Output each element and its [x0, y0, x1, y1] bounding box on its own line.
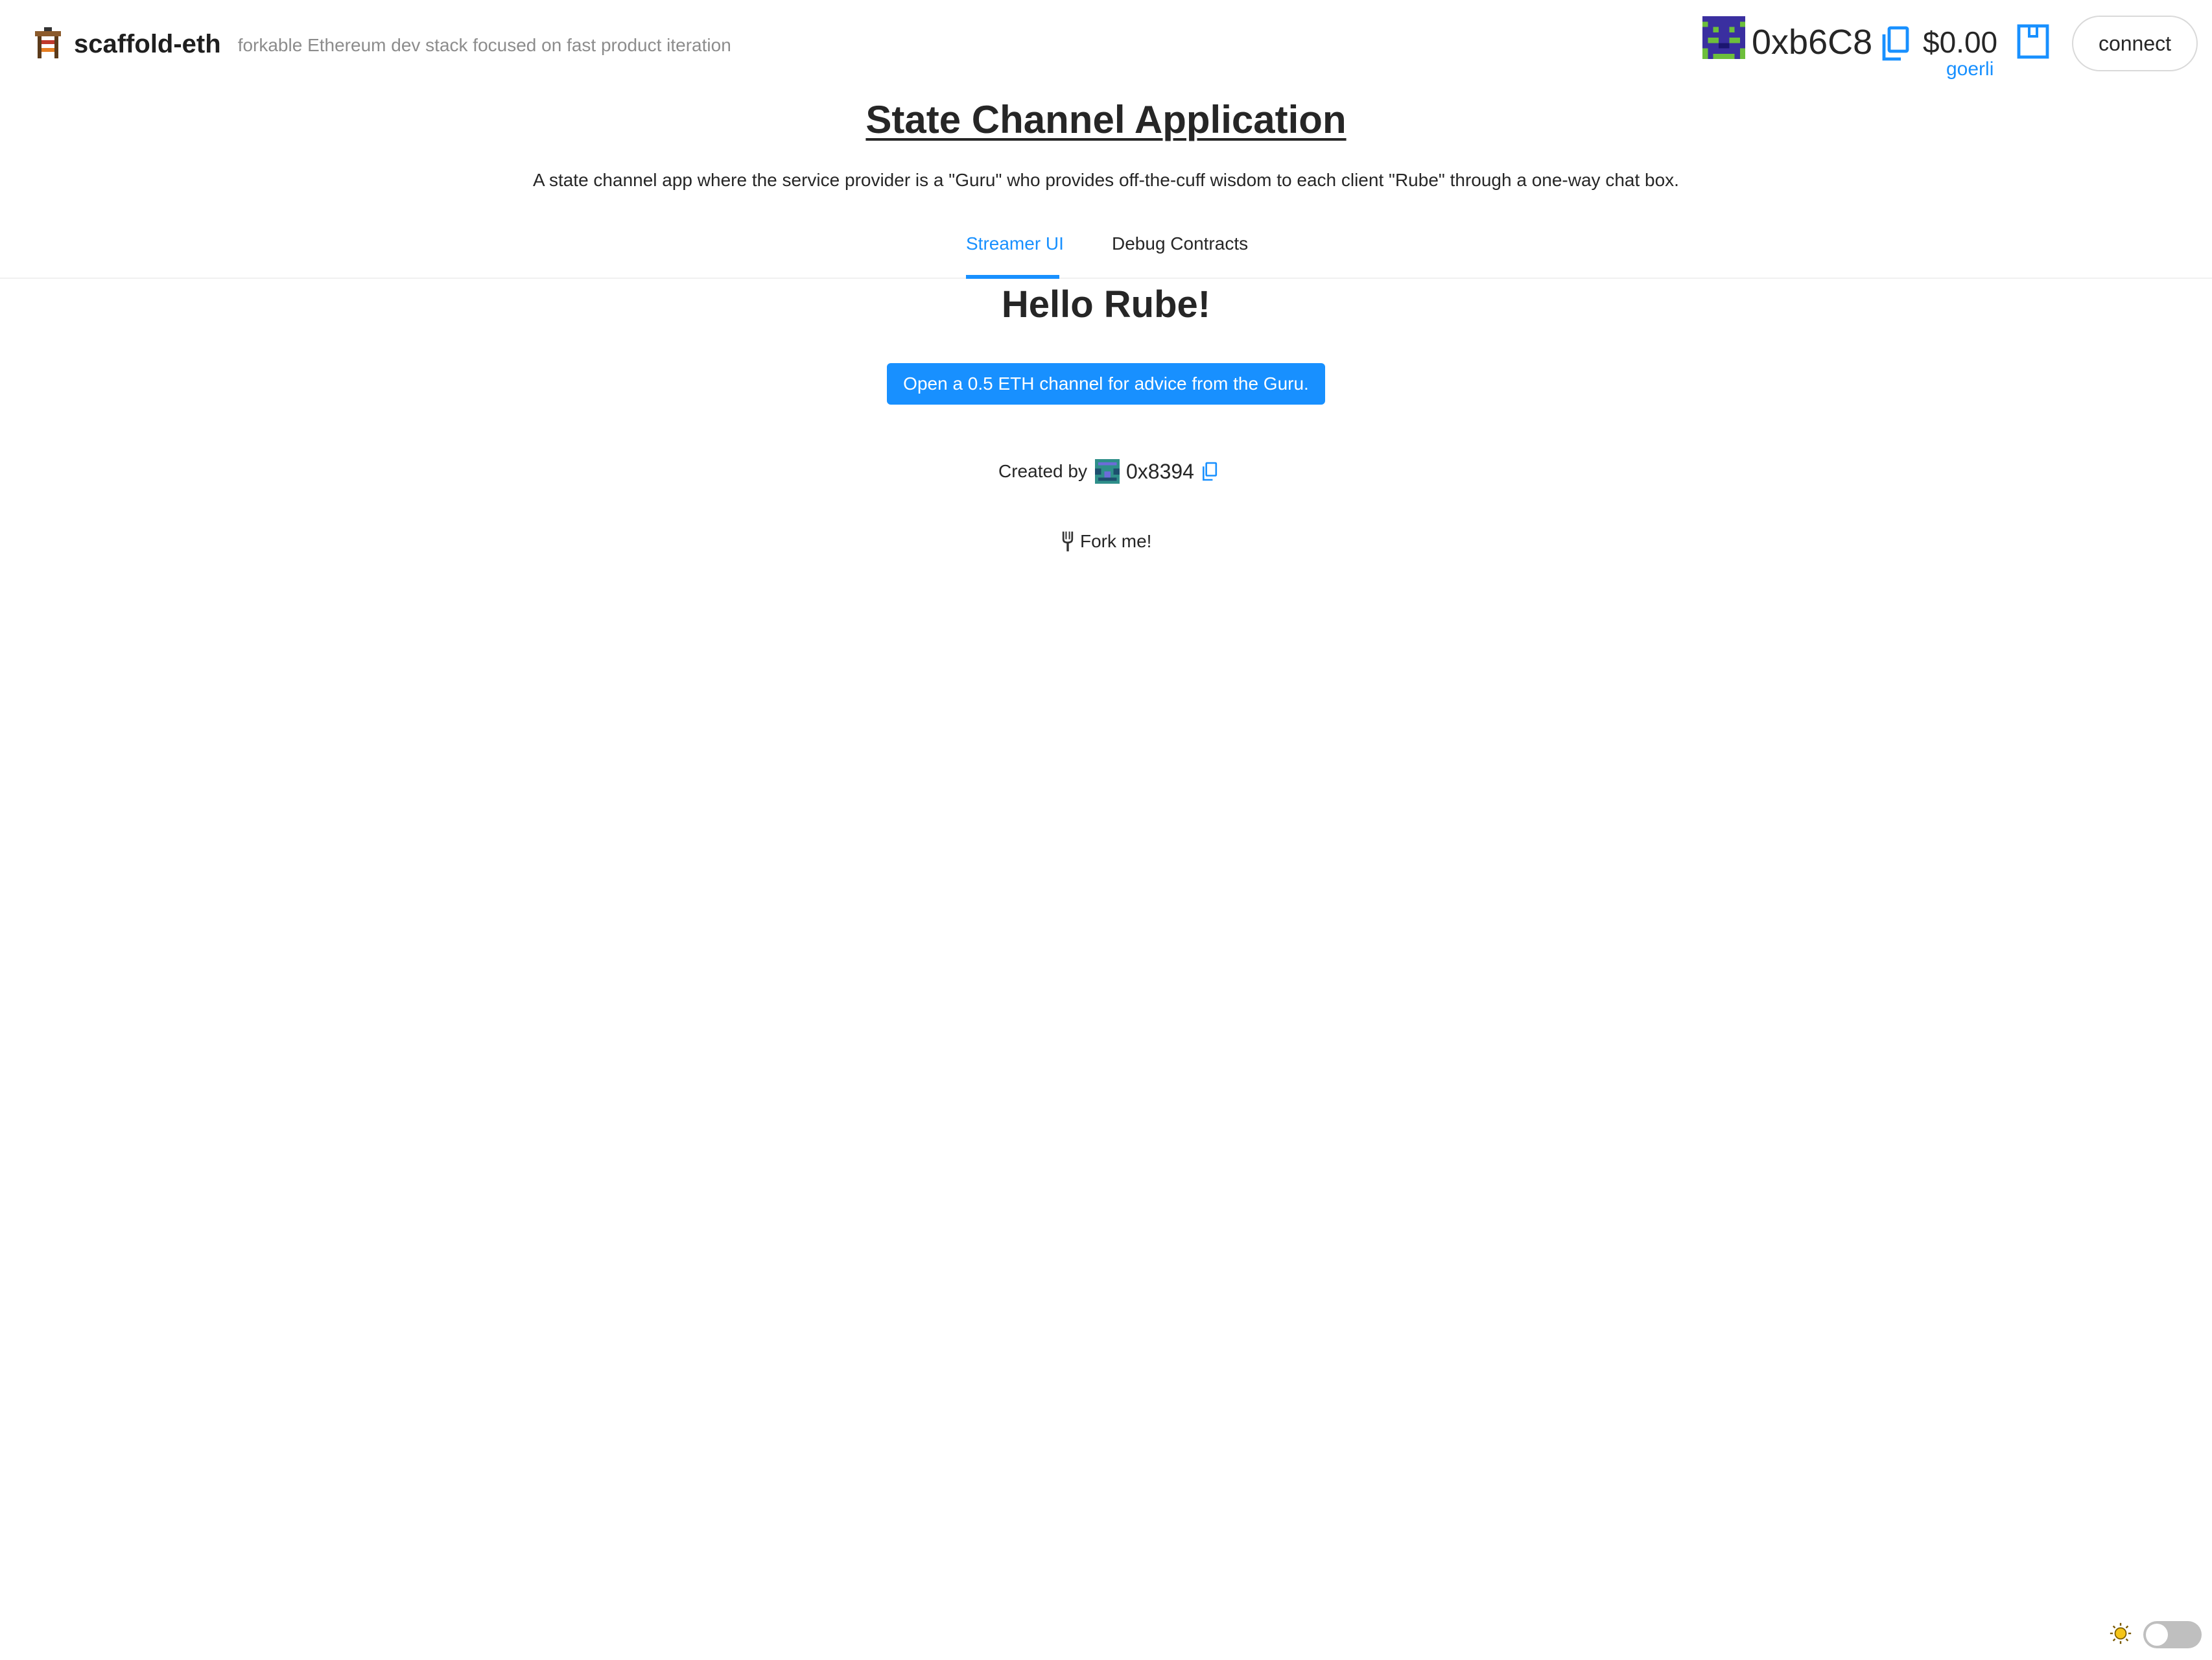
wallet-icon[interactable] — [2016, 23, 2050, 60]
created-by: Created by 0x8394 — [998, 455, 1218, 488]
network-label: goerli — [1946, 58, 1994, 80]
brand-title[interactable]: scaffold-eth — [74, 30, 221, 59]
theme-toggle-knob — [2146, 1624, 2168, 1646]
creator-address[interactable]: 0x8394 — [1126, 460, 1194, 484]
connect-button[interactable]: connect — [2072, 16, 2198, 71]
tab-bar: Streamer UI Debug Contracts — [0, 220, 2212, 279]
theme-toggle[interactable] — [2143, 1621, 2202, 1648]
active-tab-indicator — [966, 275, 1059, 279]
brand[interactable]: scaffold-eth forkable Ethereum dev stack… — [32, 27, 731, 61]
scaffold-emoji-icon — [35, 27, 61, 58]
tab-streamer-ui[interactable]: Streamer UI — [966, 233, 1064, 254]
sun-icon — [2110, 1622, 2132, 1644]
copy-icon[interactable] — [1879, 25, 1910, 62]
greeting-heading: Hello Rube! — [1001, 283, 1211, 326]
fork-icon — [1062, 531, 1074, 552]
fork-me-link[interactable]: Fork me! — [1061, 530, 1151, 552]
copy-icon[interactable] — [1201, 461, 1218, 482]
account-avatar — [1702, 16, 1745, 59]
app-header: scaffold-eth forkable Ethereum dev stack… — [0, 0, 2212, 91]
fork-me-label[interactable]: Fork me! — [1080, 531, 1151, 552]
account-balance: $0.00 — [1923, 25, 1998, 59]
creator-avatar — [1094, 459, 1120, 484]
page-subtitle: A state channel app where the service pr… — [533, 170, 1679, 190]
page-title[interactable]: State Channel Application — [0, 97, 2212, 142]
account-address[interactable]: 0xb6C8 — [1752, 22, 1872, 62]
open-channel-button[interactable]: Open a 0.5 ETH channel for advice from t… — [887, 363, 1325, 405]
tab-debug-contracts[interactable]: Debug Contracts — [1112, 233, 1248, 254]
brand-subtitle: forkable Ethereum dev stack focused on f… — [237, 35, 731, 55]
created-by-label: Created by — [998, 461, 1087, 481]
